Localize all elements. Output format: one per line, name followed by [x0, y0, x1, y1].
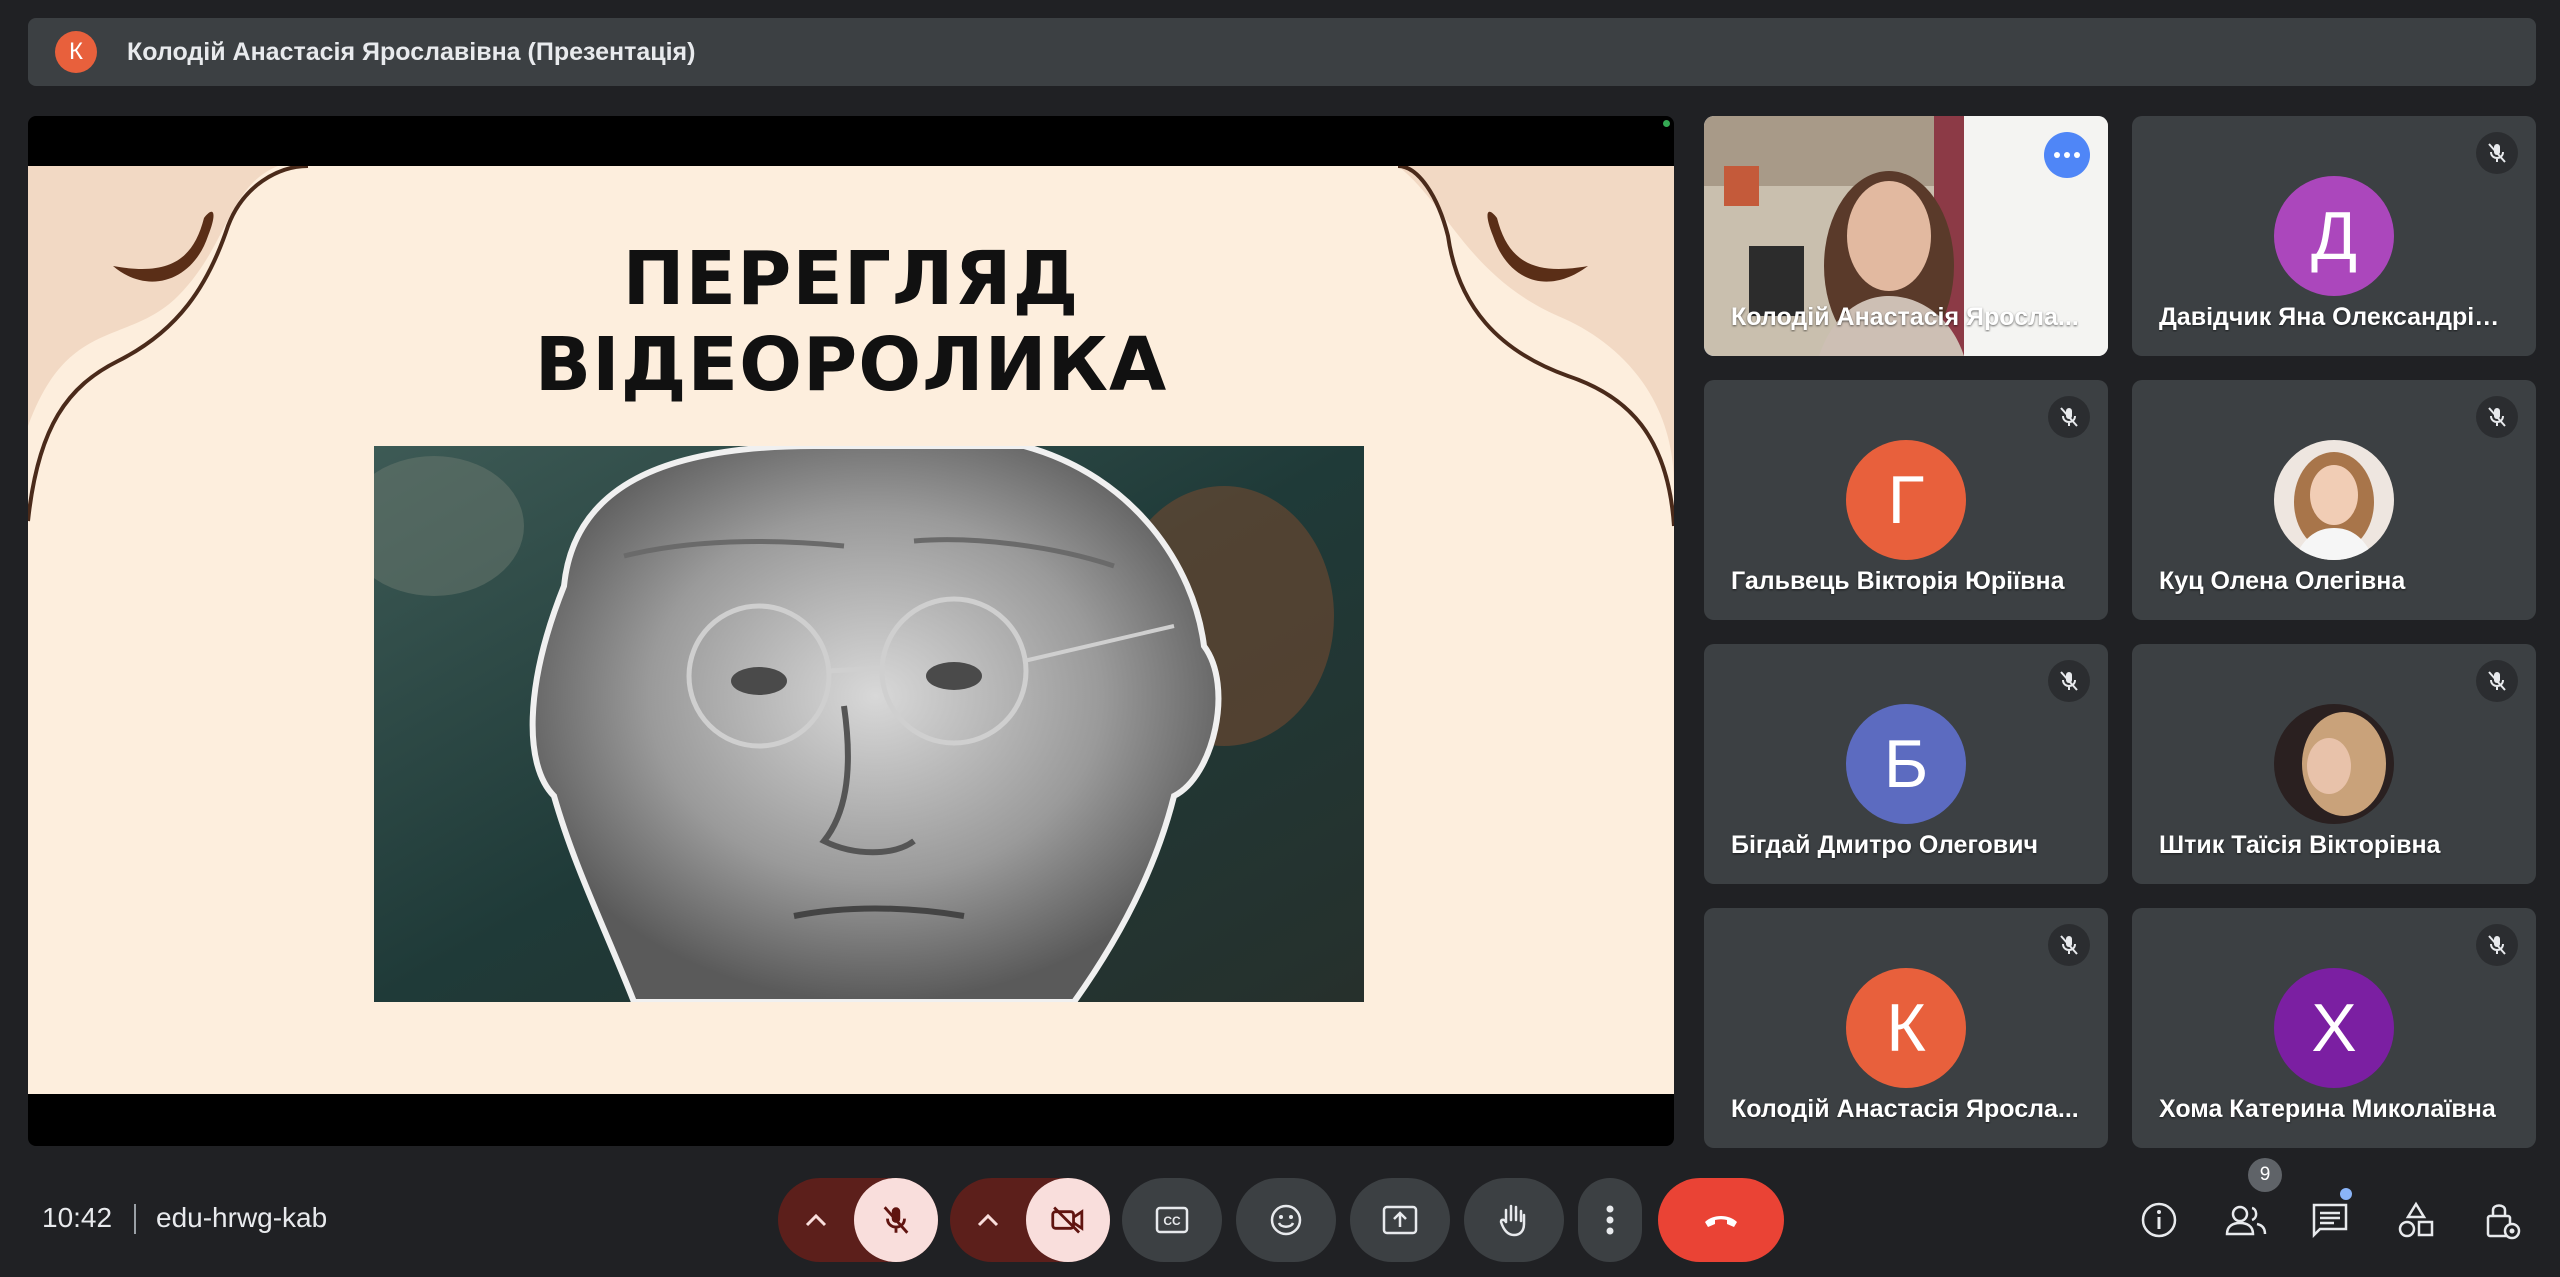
video-options-button[interactable] [950, 1178, 1026, 1262]
mic-off-icon [2048, 660, 2090, 702]
more-options-button[interactable] [1578, 1178, 1642, 1262]
participant-tile[interactable]: Куц Олена Олегівна [2132, 380, 2536, 620]
participant-tile[interactable]: Колодій Анастасія Яросла... [1704, 116, 2108, 356]
camera-off-icon [1051, 1206, 1084, 1234]
mic-off-icon [2476, 132, 2518, 174]
divider [134, 1204, 136, 1234]
meeting-time: 10:42 [42, 1202, 113, 1233]
participant-name: Давідчик Яна Олександрів... [2159, 303, 2509, 331]
participant-avatar: Г [1846, 440, 1966, 560]
slide-portrait-image [374, 446, 1364, 1002]
chat-button[interactable] [2304, 1194, 2356, 1246]
present-button[interactable] [1350, 1178, 1450, 1262]
camera-toggle-button[interactable] [1026, 1178, 1110, 1262]
present-icon [1382, 1205, 1418, 1235]
slide-title: ПЕРЕГЛЯД ВІДЕОРОЛИКА [28, 236, 1674, 408]
more-options-icon[interactable] [2044, 132, 2090, 178]
presentation-title: Колодій Анастасія Ярославівна (Презентац… [127, 37, 696, 66]
svg-text:CC: CC [1163, 1214, 1181, 1228]
mic-off-icon [2048, 396, 2090, 438]
new-message-indicator [2340, 1188, 2352, 1200]
participant-name: Гальвець Вікторія Юріївна [1731, 567, 2065, 595]
mic-toggle-button[interactable] [854, 1178, 938, 1262]
meeting-code: edu-hrwg-kab [156, 1202, 328, 1233]
mic-off-icon [883, 1206, 909, 1234]
people-button[interactable] [2220, 1194, 2272, 1246]
participant-name: Куц Олена Олегівна [2159, 567, 2406, 595]
activities-icon [2398, 1201, 2434, 1238]
presenter-avatar: К [55, 31, 97, 73]
chevron-up-icon [977, 1213, 999, 1227]
chevron-up-icon [805, 1213, 827, 1227]
leave-call-button[interactable] [1658, 1178, 1784, 1262]
participant-tile[interactable]: Д Давідчик Яна Олександрів... [2132, 116, 2536, 356]
participant-tile[interactable]: Г Гальвець Вікторія Юріївна [1704, 380, 2108, 620]
speaking-indicator [1663, 120, 1670, 127]
video-control-group [950, 1178, 1110, 1262]
raise-hand-icon [1499, 1204, 1526, 1237]
participant-name: Бігдай Дмитро Олегович [1731, 831, 2039, 859]
people-icon [2225, 1205, 2267, 1236]
participant-name: Хома Катерина Миколаївна [2159, 1095, 2496, 1123]
chat-icon [2312, 1203, 2348, 1238]
participant-tile[interactable]: К Колодій Анастасія Яросла... [1704, 908, 2108, 1148]
host-controls-icon [2486, 1204, 2521, 1240]
slide: ПЕРЕГЛЯД ВІДЕОРОЛИКА [28, 166, 1674, 1094]
meeting-details-button[interactable] [2133, 1194, 2185, 1246]
mic-off-icon [2048, 924, 2090, 966]
participant-avatar: Х [2274, 968, 2394, 1088]
captions-icon: CC [1155, 1206, 1189, 1234]
reactions-button[interactable] [1236, 1178, 1336, 1262]
participant-tile[interactable]: Х Хома Катерина Миколаївна [2132, 908, 2536, 1148]
participant-count-badge: 9 [2248, 1158, 2282, 1192]
participant-name: Штик Таїсія Вікторівна [2159, 831, 2441, 859]
more-options-icon [1606, 1205, 1614, 1235]
bottom-control-bar: 10:42 edu-hrwg-kab CC 9 [0, 1158, 2560, 1277]
mic-off-icon [2476, 924, 2518, 966]
participant-avatar: К [1846, 968, 1966, 1088]
participant-name: Колодій Анастасія Яросла... [1731, 303, 2079, 331]
slide-title-line1: ПЕРЕГЛЯД [622, 236, 1080, 322]
presentation-stage[interactable]: ПЕРЕГЛЯД ВІДЕОРОЛИКА [28, 116, 1674, 1146]
participant-photo [2274, 704, 2394, 824]
emoji-icon [1270, 1204, 1302, 1236]
info-icon [2141, 1202, 2177, 1238]
raise-hand-button[interactable] [1464, 1178, 1564, 1262]
audio-control-group [778, 1178, 938, 1262]
host-controls-button[interactable] [2476, 1194, 2528, 1246]
audio-options-button[interactable] [778, 1178, 854, 1262]
mic-off-icon [2476, 660, 2518, 702]
participant-avatar: Д [2274, 176, 2394, 296]
activities-button[interactable] [2390, 1194, 2442, 1246]
mic-off-icon [2476, 396, 2518, 438]
participant-name: Колодій Анастасія Яросла... [1731, 1095, 2079, 1123]
participant-tile[interactable]: Б Бігдай Дмитро Олегович [1704, 644, 2108, 884]
captions-button[interactable]: CC [1122, 1178, 1222, 1262]
participant-avatar: Б [1846, 704, 1966, 824]
presentation-header: К Колодій Анастасія Ярославівна (Презент… [28, 18, 2536, 86]
participant-photo [2274, 440, 2394, 560]
slide-title-line2: ВІДЕОРОЛИКА [534, 322, 1168, 408]
participant-tile[interactable]: Штик Таїсія Вікторівна [2132, 644, 2536, 884]
hang-up-icon [1705, 1216, 1737, 1227]
